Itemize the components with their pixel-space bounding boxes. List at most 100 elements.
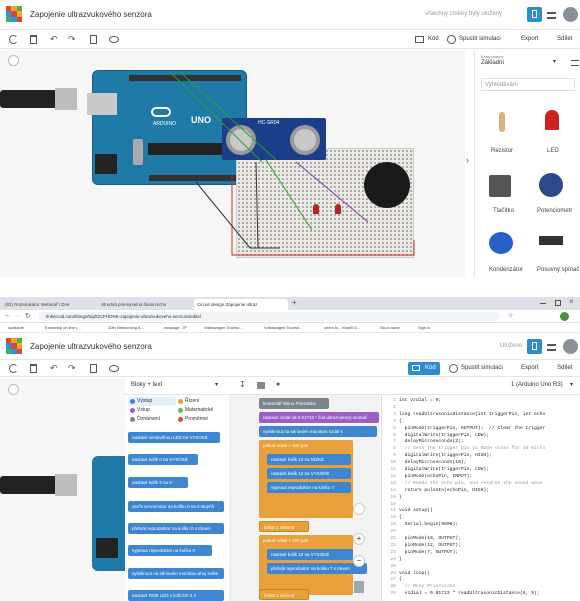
code-line[interactable]: } [399,557,402,564]
palette-block[interactable]: přehrát reproduktor na kolíku 0 s tónem [128,523,224,534]
redo-icon[interactable]: ↷ [68,34,76,45]
rotate-icon[interactable] [9,364,18,373]
workspace-block[interactable]: čekat 1 sekund [259,589,309,600]
bookmark[interactable]: Volkswagen Tourisn... [264,325,303,330]
view-circuit-button[interactable] [527,7,542,22]
palette-block[interactable]: nastavit RGB LED v kolících 3 3 [128,590,224,601]
visibility-icon[interactable] [109,36,119,43]
tinkercad-logo[interactable] [6,6,22,22]
url-field[interactable]: tinkercad.com/things/5qZDCPHONK-zapojeni… [38,312,500,321]
reload-icon[interactable]: ↻ [25,312,31,320]
search-input[interactable]: Vyhledávání [481,78,575,91]
upload-icon[interactable] [257,382,265,389]
workspace-block[interactable]: nastavit kolík 12 na VYSOKÉ [267,468,351,479]
code-line[interactable]: vzdial = 0.01723 * readUltrasonicDistanc… [399,591,540,598]
minimize-icon[interactable] [540,303,546,304]
code-line[interactable]: void loop() [399,571,430,578]
code-line[interactable]: digitalWrite(triggerPin, LOW); [399,467,489,474]
workspace-block[interactable]: nastavit vzdal na 0.01723 * číst ultrazv… [259,412,379,423]
simulate-icon[interactable] [447,35,456,44]
workspace-block[interactable]: čekat 1 sekund [259,521,309,532]
chevron-down-icon[interactable]: ▾ [215,381,218,388]
list-view-icon[interactable] [571,60,579,66]
delete-icon[interactable] [30,35,37,44]
device-select[interactable]: 1 (Arduino Uno R3) [511,382,563,388]
resistor-icon[interactable] [499,112,505,132]
close-icon[interactable]: × [569,297,574,306]
category-label[interactable]: Oznámení [137,416,160,422]
code-line[interactable]: pinMode(echoPin, INPUT); [399,474,473,481]
visibility-icon[interactable] [109,365,119,372]
bookmark[interactable]: Sign in [418,325,430,330]
mode-select[interactable]: Bloky + text [131,382,223,392]
zoom-out-icon[interactable]: − [353,555,365,567]
export-button[interactable]: Export [521,365,538,371]
category-label[interactable]: Proměnné [185,416,208,422]
bookmark[interactable]: Transmisji on line (... [44,325,81,330]
code-line[interactable]: } [399,495,402,502]
code-editor[interactable]: 1 int vzdial = 0; 2 3 long readUltrasonicDis… [381,395,580,601]
workspace-block[interactable]: nastavit kolík 10 na NÍZKÉ [267,454,351,465]
code-line[interactable]: pinMode(12, OUTPUT); [399,543,461,550]
workspace-block-comment[interactable]: komentář Meno Priezvisko [259,398,329,409]
undo-icon[interactable]: ↶ [50,363,58,374]
zoom-fit-icon[interactable] [8,384,19,395]
palette-block[interactable]: nastavit kolík 0 na VYSOKÉ [128,454,198,465]
list-view-icon[interactable] [547,12,556,19]
simulate-button[interactable]: Spustit simulaci [459,36,501,42]
pushbutton-icon[interactable] [489,175,511,197]
code-line[interactable]: void setup() [399,508,433,515]
user-avatar[interactable] [563,339,578,354]
palette-block[interactable]: vypnout reproduktor na kolíku 0 [128,545,212,556]
maximize-icon[interactable] [555,300,561,306]
circuit-canvas[interactable]: ARDUINO UNO HC-SR04 [0,50,465,278]
slide-switch-icon[interactable] [539,236,563,245]
code-line[interactable]: pinMode(10, OUTPUT); [399,536,461,543]
code-line[interactable]: { [399,419,402,426]
back-icon[interactable]: ← [4,312,11,319]
profile-avatar[interactable] [560,312,569,321]
zoom-in-icon[interactable]: + [353,533,365,545]
code-line[interactable]: pinMode(triggerPin, OUTPUT); // Clear th… [399,426,546,433]
code-line[interactable]: // Reads the echo pin, and returns the s… [399,481,543,488]
browser-tab-active[interactable]: Circuit design Zapojenie ultraz [194,299,288,310]
code-line[interactable]: return pulseIn(echoPin, HIGH); [399,488,489,495]
code-line[interactable]: pinMode(7, OUTPUT); [399,550,458,557]
browser-tab[interactable]: Stredná priemyselná škola techn [98,299,192,310]
debug-icon[interactable]: ● [276,381,280,388]
code-line[interactable]: // Sets the trigger pin to HIGH state fo… [399,446,546,453]
download-icon[interactable]: ↧ [239,380,246,389]
bookmark[interactable]: Volkswagen Tourisn... [204,325,243,330]
blocks-workspace[interactable]: komentář Meno Priezvisko nastavit vzdal … [229,395,380,601]
category-label[interactable]: Vstup [137,407,150,413]
tinkercad-logo[interactable] [6,338,22,354]
code-line[interactable]: { [399,577,402,584]
code-line[interactable]: long readUltrasonicDistance(int triggerP… [399,412,545,419]
code-line[interactable]: delayMicroseconds(10); [399,460,467,467]
workspace-block[interactable]: přehrát reproduktor na kolíku 7 s tónem [267,563,367,574]
category-label[interactable]: Řízení [185,398,199,404]
view-circuit-button[interactable] [527,339,542,354]
code-line[interactable]: Serial.begin(9600); [399,522,458,529]
user-avatar[interactable] [563,7,578,22]
simulate-button[interactable]: Spustit simulaci [461,365,503,371]
notes-icon[interactable] [90,35,97,44]
code-icon[interactable] [415,36,424,43]
panel-collapse-arrow[interactable]: › [466,155,469,165]
simulate-icon[interactable] [449,364,458,373]
notes-icon[interactable] [90,364,97,373]
capacitor-icon[interactable] [489,232,513,254]
code-line[interactable]: delayMicroseconds(2); [399,439,464,446]
bookmark-star-icon[interactable]: ☆ [508,312,513,319]
forward-icon[interactable]: → [14,312,21,319]
workspace-block[interactable]: vytisknout na sériovém monitoru vzdal s [259,426,377,437]
workspace-block[interactable]: pokud vzdal < 100 pak [259,535,353,546]
palette-block[interactable]: nastavit vestavěnou LED na VYSOKÉ [128,432,220,443]
workspace-if-block[interactable] [259,440,353,518]
palette-block[interactable]: otočit servomotor na kolíku 0 na 0 stupň… [128,501,224,512]
chevron-down-icon[interactable]: ▾ [553,58,556,65]
bookmark[interactable]: Slovo karie [380,325,400,330]
category-label[interactable]: Matematické [185,407,213,413]
export-button[interactable]: Export [521,36,538,42]
code-line[interactable]: { [399,515,402,522]
